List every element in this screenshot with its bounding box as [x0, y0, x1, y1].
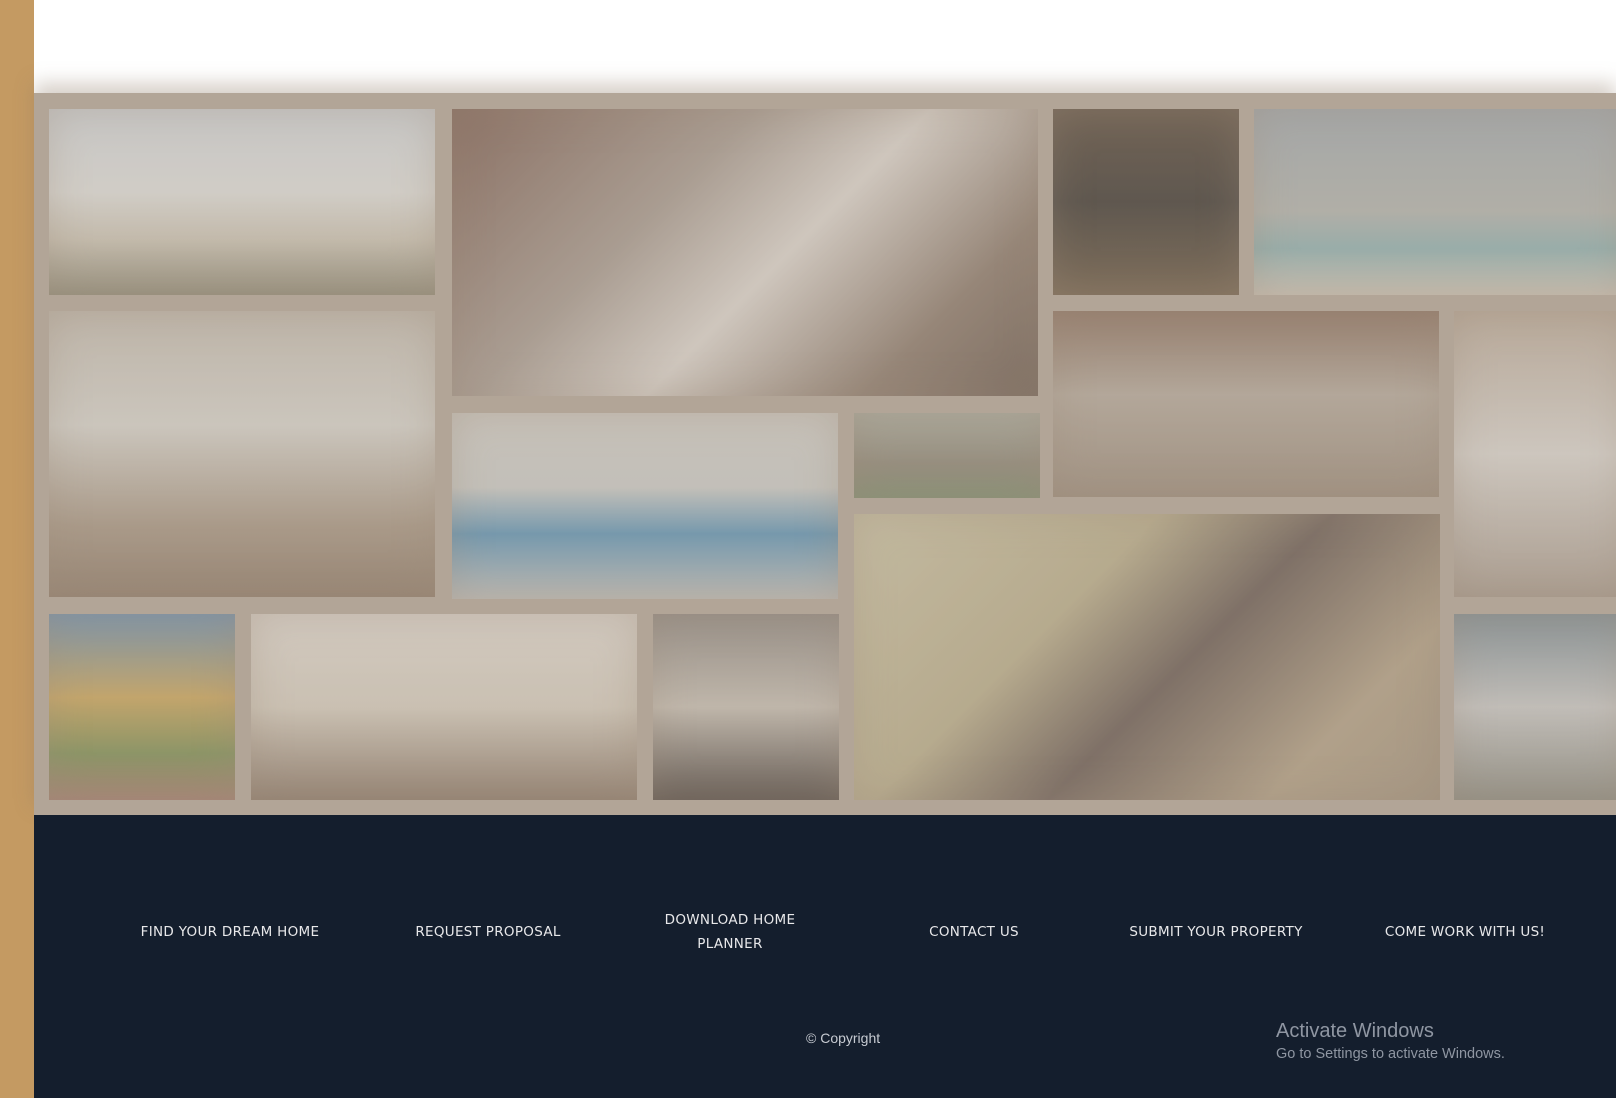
nav-find-dream-home[interactable]: FIND YOUR DREAM HOME	[130, 920, 330, 944]
gallery-photo-indoor-pool[interactable]	[452, 413, 838, 599]
gallery-photo-beach-house[interactable]	[1254, 109, 1616, 295]
gallery-photo-country-house[interactable]	[854, 413, 1040, 498]
nav-submit-property[interactable]: SUBMIT YOUR PROPERTY	[1116, 920, 1316, 944]
gallery-photo-kitchen[interactable]	[1454, 311, 1616, 597]
nav-come-work-with-us[interactable]: COME WORK WITH US!	[1370, 920, 1560, 944]
gallery-photo-great-room[interactable]	[1053, 311, 1439, 497]
left-accent-bar	[0, 0, 34, 1098]
gallery-photo-living-room[interactable]	[452, 109, 1038, 396]
gallery-photo-white-house[interactable]	[1454, 614, 1616, 800]
gallery-photo-dining-room[interactable]	[251, 614, 637, 800]
watermark-subtitle: Go to Settings to activate Windows.	[1276, 1046, 1505, 1062]
windows-activation-watermark: Activate Windows Go to Settings to activ…	[1276, 1020, 1505, 1062]
gallery-photo-sitting-room[interactable]	[49, 311, 435, 597]
nav-download-home-planner[interactable]: DOWNLOAD HOME PLANNER	[646, 908, 814, 956]
footer-nav: FIND YOUR DREAM HOME REQUEST PROPOSAL DO…	[34, 910, 1616, 970]
gallery-photo-lounge[interactable]	[653, 614, 839, 800]
nav-request-proposal[interactable]: REQUEST PROPOSAL	[394, 920, 582, 944]
copyright-text: © Copyright	[806, 1030, 881, 1046]
gallery-photo-billiard-room[interactable]	[854, 514, 1440, 800]
nav-contact-us[interactable]: CONTACT US	[914, 920, 1034, 944]
photo-gallery	[34, 93, 1616, 815]
gallery-photo-bar[interactable]	[1053, 109, 1239, 295]
gallery-photo-mediterranean-villa[interactable]	[49, 614, 235, 800]
watermark-title: Activate Windows	[1276, 1020, 1434, 1042]
header-area	[34, 0, 1616, 100]
gallery-photo-colonial-house[interactable]	[49, 109, 435, 295]
